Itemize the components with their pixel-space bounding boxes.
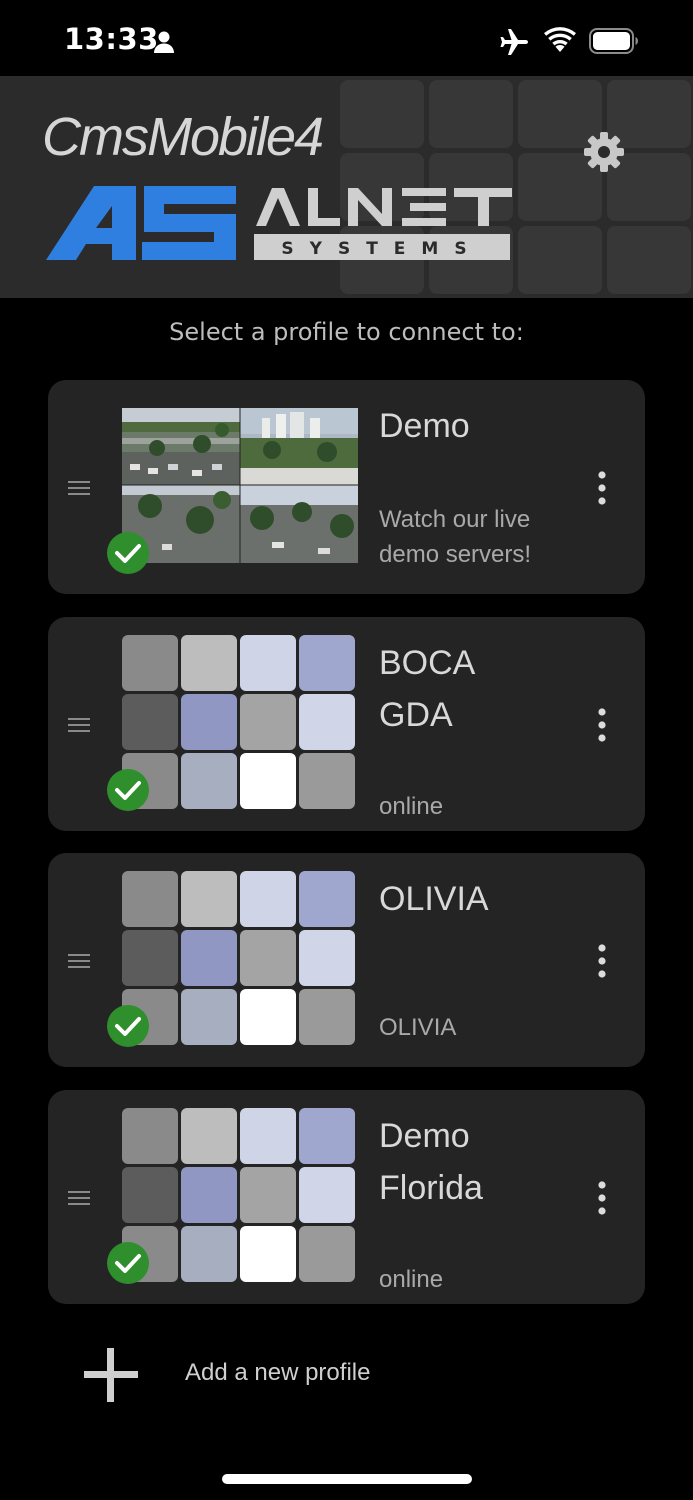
profile-card-boca-gda[interactable]: BOCA GDA online [48,617,645,831]
profile-status-line: online [379,1266,444,1293]
battery-icon [589,28,638,54]
placeholder-grid [122,635,358,811]
plus-icon [84,1348,138,1402]
drag-handle-icon[interactable] [68,480,90,496]
grid-tile [240,1226,296,1282]
grid-tile [181,1167,237,1223]
profile-name: Demo [379,400,470,452]
profile-thumbnail [107,398,358,574]
airplane-icon [500,29,528,55]
profile-name-line: OLIVIA [379,880,489,918]
placeholder-grid [122,871,358,1047]
grid-tile [122,1108,178,1164]
header-tile [429,80,513,148]
grid-tile [181,635,237,691]
grid-tile [122,930,178,986]
profile-name-line: GDA [379,696,453,734]
grid-tile [240,1167,296,1223]
more-options-icon[interactable] [590,705,614,745]
profile-thumbnail [107,1108,358,1284]
profile-status-line: Watch our live [379,506,531,533]
grid-tile [122,871,178,927]
profile-status-line: online [379,793,444,820]
grid-tile [299,753,355,809]
grid-tile [299,989,355,1045]
more-options-icon[interactable] [590,941,614,981]
grid-tile [299,1108,355,1164]
drag-handle-icon[interactable] [68,1190,90,1206]
grid-tile [240,1108,296,1164]
status-time: 13:33 [64,22,159,56]
profile-status: Watch our live demo servers! [379,502,531,572]
grid-tile [181,694,237,750]
connected-check-icon [107,1242,149,1284]
camera-feeds-thumbnail [122,408,358,563]
add-profile-button[interactable]: Add a new profile [84,1344,484,1404]
grid-tile [299,635,355,691]
profile-thumbnail [107,871,358,1047]
settings-gear-icon[interactable] [582,130,626,174]
grid-tile [299,694,355,750]
app-header: CmsMobile4 SYSTEMS [0,76,693,298]
profile-status-line: demo servers! [379,541,532,568]
wifi-icon [544,27,576,52]
profile-card-demo-florida[interactable]: Demo Florida online [48,1090,645,1304]
connected-check-icon [107,532,149,574]
status-bar: 13:33 [0,0,693,76]
grid-tile [181,753,237,809]
grid-tile [122,635,178,691]
add-profile-label: Add a new profile [185,1359,371,1386]
app-title: CmsMobile4 [42,107,324,167]
more-options-icon[interactable] [590,1178,614,1218]
alnet-systems-logo: SYSTEMS [46,186,512,260]
select-profile-prompt: Select a profile to connect to: [169,318,524,346]
header-tile [340,80,424,148]
profile-card-olivia[interactable]: OLIVIA OLIVIA [48,853,645,1067]
profile-name: Demo Florida [379,1110,483,1214]
grid-tile [240,753,296,809]
grid-tile [240,930,296,986]
grid-tile [299,1167,355,1223]
grid-tile [122,694,178,750]
connected-check-icon [107,769,149,811]
grid-tile [122,1167,178,1223]
profile-name-line: Demo [379,407,470,445]
grid-tile [299,871,355,927]
grid-tile [240,694,296,750]
connected-check-icon [107,1005,149,1047]
profile-card-demo[interactable]: Demo Watch our live demo servers! [48,380,645,594]
profile-name: BOCA GDA [379,637,475,741]
grid-tile [181,989,237,1045]
profile-status: OLIVIA [379,1010,456,1045]
grid-tile [240,635,296,691]
grid-tile [181,871,237,927]
grid-tile [240,871,296,927]
drag-handle-icon[interactable] [68,717,90,733]
person-icon [154,31,174,53]
profile-name-line: Florida [379,1169,483,1207]
profile-status-line: OLIVIA [379,1014,457,1041]
profile-status: online [379,789,443,824]
grid-tile [240,989,296,1045]
grid-tile [181,1108,237,1164]
placeholder-grid [122,1108,358,1284]
svg-text:SYSTEMS: SYSTEMS [281,239,482,259]
profile-name-line: BOCA [379,644,476,682]
drag-handle-icon[interactable] [68,953,90,969]
grid-tile [181,1226,237,1282]
profile-thumbnail [107,635,358,811]
more-options-icon[interactable] [590,468,614,508]
grid-tile [299,1226,355,1282]
profile-name-line: Demo [379,1117,470,1155]
header-tile [607,226,691,294]
home-indicator[interactable] [222,1474,472,1484]
profile-status: online [379,1262,443,1297]
grid-tile [299,930,355,986]
header-tile [518,226,602,294]
profile-name: OLIVIA [379,873,489,925]
grid-tile [181,930,237,986]
